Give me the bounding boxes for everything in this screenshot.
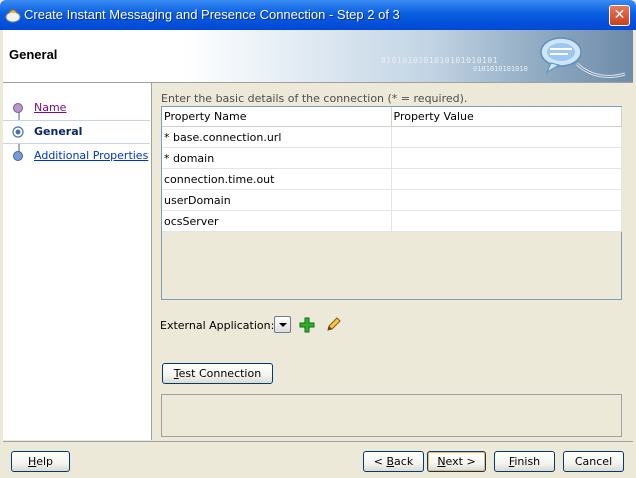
- table-row[interactable]: * base.connection.url: [162, 126, 622, 148]
- banner-binary-text: 0101010101010101010101: [381, 56, 498, 65]
- step-dot-icon: [12, 126, 24, 138]
- instructions-text: Enter the basic details of the connectio…: [161, 92, 468, 105]
- page-title: General: [9, 47, 58, 62]
- nav-step-general-label: General: [34, 125, 83, 138]
- external-application-label: External Application:: [160, 319, 275, 332]
- dialog-window: Create Instant Messaging and Presence Co…: [0, 0, 636, 478]
- add-icon[interactable]: [299, 317, 315, 333]
- nav-step-general[interactable]: General: [3, 120, 150, 144]
- property-name-cell: ocsServer: [162, 210, 392, 232]
- wizard-step-nav: Name General Additional Properties: [3, 83, 152, 440]
- close-icon: ✕: [613, 7, 626, 23]
- help-mnemonic: H: [27, 455, 37, 468]
- nav-step-name-label[interactable]: Name: [34, 101, 66, 114]
- property-name-cell: * base.connection.url: [162, 126, 392, 148]
- finish-label-post: inish: [514, 455, 541, 468]
- properties-grid: Property Name Property Value * base.conn…: [162, 107, 622, 232]
- app-icon: [5, 9, 21, 23]
- back-label-post: ack: [394, 455, 414, 468]
- header-banner: General 0101010101010101010101 010101010…: [3, 30, 633, 83]
- finish-button[interactable]: Finish: [494, 451, 555, 472]
- next-mnemonic: N: [437, 455, 446, 468]
- cancel-button[interactable]: Cancel: [563, 451, 624, 472]
- content-area: Name General Additional Properties Enter…: [3, 83, 633, 440]
- property-value-cell[interactable]: [391, 126, 622, 148]
- main-panel: Enter the basic details of the connectio…: [160, 83, 630, 440]
- nav-step-additional-properties-label[interactable]: Additional Properties: [34, 149, 148, 162]
- property-value-cell[interactable]: [391, 168, 622, 190]
- button-bar: Help < Back Next > Finish Cancel: [3, 441, 633, 478]
- test-connection-button[interactable]: Test Connection: [162, 363, 273, 384]
- step-dot-icon: [13, 151, 23, 161]
- external-application-dropdown[interactable]: [274, 316, 291, 333]
- property-name-cell: connection.time.out: [162, 168, 392, 190]
- column-header-property-value[interactable]: Property Value: [391, 107, 622, 127]
- properties-table: Property Name Property Value * base.conn…: [161, 106, 622, 300]
- property-name-cell: * domain: [162, 147, 392, 169]
- status-message-area: [161, 394, 622, 437]
- test-connection-label-post: est Connection: [178, 367, 262, 380]
- nav-step-additional-properties[interactable]: Additional Properties: [3, 145, 150, 167]
- help-label-post: elp: [36, 455, 54, 468]
- back-label-pre: <: [373, 455, 387, 468]
- edit-pencil-icon[interactable]: [325, 316, 342, 333]
- table-row[interactable]: ocsServer: [162, 210, 622, 232]
- window-title: Create Instant Messaging and Presence Co…: [24, 7, 400, 22]
- table-row[interactable]: connection.time.out: [162, 168, 622, 190]
- table-row[interactable]: * domain: [162, 147, 622, 169]
- nav-step-name[interactable]: Name: [3, 97, 150, 119]
- table-header-row: Property Name Property Value: [162, 107, 622, 127]
- chat-connection-icon: [540, 37, 626, 78]
- help-button[interactable]: Help: [11, 451, 70, 472]
- banner-binary-text-2: 0101010101010: [473, 65, 528, 73]
- back-mnemonic: B: [386, 455, 395, 468]
- table-row[interactable]: userDomain: [162, 189, 622, 211]
- cancel-label-post: Cancel: [574, 455, 613, 468]
- next-button[interactable]: Next >: [427, 451, 486, 472]
- next-label-post: ext >: [445, 455, 476, 468]
- close-button[interactable]: ✕: [609, 5, 630, 26]
- property-value-cell[interactable]: [391, 189, 622, 211]
- property-name-cell: userDomain: [162, 189, 392, 211]
- back-button[interactable]: < Back: [363, 451, 424, 472]
- column-header-property-name[interactable]: Property Name: [162, 107, 392, 127]
- title-bar[interactable]: Create Instant Messaging and Presence Co…: [0, 0, 636, 30]
- step-dot-icon: [13, 103, 23, 113]
- property-value-cell[interactable]: [391, 147, 622, 169]
- property-value-cell[interactable]: [391, 210, 622, 232]
